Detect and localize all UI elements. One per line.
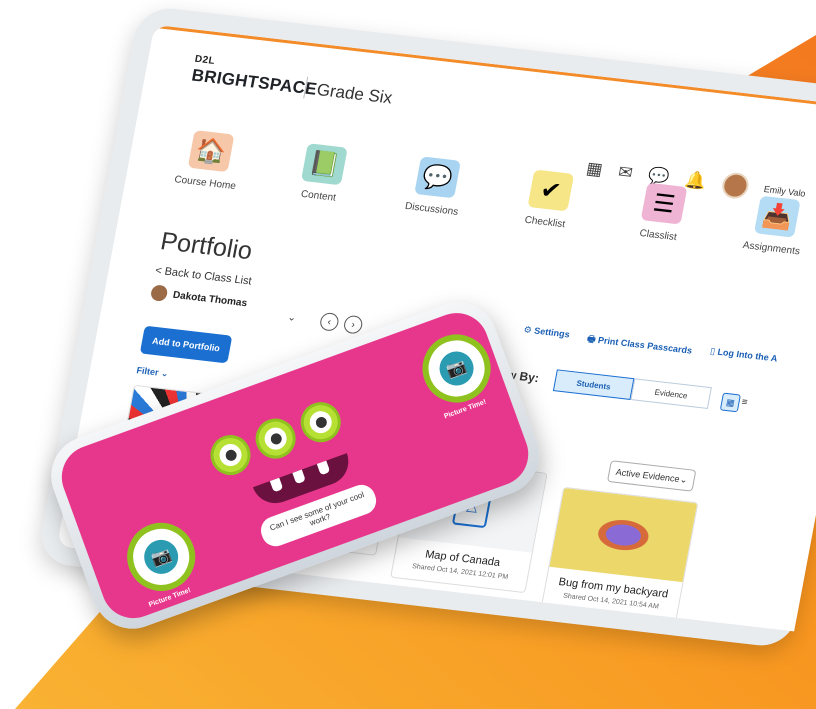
monster-eye <box>249 412 302 465</box>
settings-label: Settings <box>533 325 571 340</box>
camera-icon: 📷 <box>139 535 183 579</box>
login-link[interactable]: ▯ Log Into the A <box>708 346 778 370</box>
student-name: Dakota Thomas <box>172 289 249 309</box>
brightspace-logo[interactable]: BRIGHTSPACE <box>190 66 318 100</box>
page-title: Portfolio <box>158 227 255 266</box>
picture-button-right[interactable]: 📷 <box>412 324 501 413</box>
students-toggle[interactable]: Students <box>552 369 635 400</box>
filter-label: Filter <box>135 365 160 378</box>
monster-eye <box>295 396 347 448</box>
nav-course-home[interactable]: 🏠 Course Home <box>165 128 253 193</box>
camera-icon: 📷 <box>434 346 479 391</box>
course-nav: 🏠 Course Home 📗 Content 💬 Discussions ✔ … <box>165 128 816 259</box>
nav-label: Discussions <box>404 200 460 218</box>
prev-student-button[interactable]: ‹ <box>318 311 340 332</box>
student-selector[interactable]: Dakota Thomas <box>149 284 249 311</box>
evidence-toggle[interactable]: Evidence <box>630 378 712 409</box>
grid-view-button[interactable]: ▦ <box>719 392 741 413</box>
list-view-button[interactable]: ≡ <box>741 397 749 409</box>
add-to-portfolio-button[interactable]: Add to Portfolio <box>139 325 233 364</box>
classlist-icon: ☰ <box>640 182 688 225</box>
picture-button-left[interactable]: 📷 <box>117 513 205 601</box>
toolbar-links: ⚙ Settings 🖶 Print Class Passcards ▯ Log… <box>522 324 778 370</box>
chevron-down-icon: ⌄ <box>679 473 689 485</box>
nav-checklist[interactable]: ✔ Checklist <box>505 167 593 232</box>
nav-label: Assignments <box>741 239 801 258</box>
house-icon: 🏠 <box>187 130 235 173</box>
back-link[interactable]: < Back to Class List <box>154 265 252 288</box>
evidence-filter-dropdown[interactable]: Active Evidence ⌄ <box>606 460 697 492</box>
evidence-card[interactable]: Bug from my backyard Shared Oct 14, 2021… <box>540 486 699 623</box>
nav-assignments[interactable]: 📥 Assignments <box>732 193 816 258</box>
inbox-icon: 📥 <box>753 195 801 238</box>
monster-eye <box>204 429 257 481</box>
d2l-logo-text: D2L <box>193 53 217 67</box>
login-label: Log Into the A <box>716 346 779 364</box>
settings-link[interactable]: ⚙ Settings <box>522 324 571 345</box>
nav-discussions[interactable]: 💬 Discussions <box>392 154 480 219</box>
view-by-toggle: Students Evidence <box>552 369 712 409</box>
nav-label: Course Home <box>173 174 237 193</box>
student-pager: ‹ › <box>318 311 364 335</box>
book-icon: 📗 <box>300 143 348 186</box>
chevron-down-icon[interactable]: ⌄ <box>287 312 297 324</box>
nav-content[interactable]: 📗 Content <box>279 141 367 206</box>
next-student-button[interactable]: › <box>342 314 364 335</box>
print-label: Print Class Passcards <box>597 334 693 356</box>
nav-classlist[interactable]: ☰ Classlist <box>618 180 706 245</box>
checklist-icon: ✔ <box>527 169 575 212</box>
print-passcards-link[interactable]: 🖶 Print Class Passcards <box>585 332 693 360</box>
nav-label: Checklist <box>523 214 566 231</box>
student-avatar <box>149 284 169 302</box>
bug-drawing-thumbnail <box>549 487 698 583</box>
nav-label: Classlist <box>638 228 678 244</box>
course-name[interactable]: Grade Six <box>315 80 394 108</box>
filter-button[interactable]: Filter ⌄ <box>136 365 170 380</box>
nav-label: Content <box>299 188 337 204</box>
dropdown-value: Active Evidence <box>614 466 681 485</box>
chat-bubbles-icon: 💬 <box>414 156 461 199</box>
